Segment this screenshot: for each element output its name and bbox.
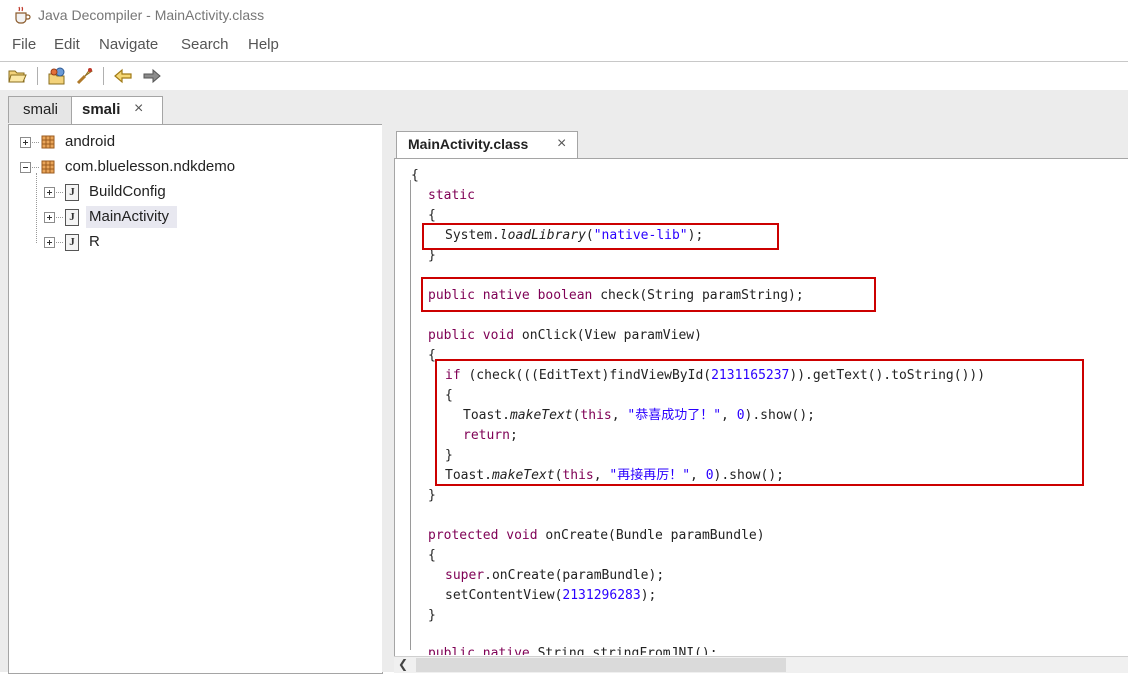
java-class-icon: J [65,184,79,201]
tree-node-mainactivity[interactable]: J MainActivity [9,206,379,228]
code-line: { [411,168,419,183]
tree-node-android[interactable]: android [9,131,379,153]
tab-smali-1[interactable]: smali [8,96,72,123]
collapse-icon[interactable] [20,162,31,173]
menu-edit[interactable]: Edit [54,36,80,53]
tab-mainactivity-class[interactable]: MainActivity.class × [396,131,578,159]
code-line: { [428,548,436,563]
expand-icon[interactable] [44,237,55,248]
code-line: super.onCreate(paramBundle); [445,568,665,583]
horizontal-scrollbar[interactable]: ❮ [394,656,1128,673]
highlight-box-loadlibrary [422,223,779,250]
package-icon [41,160,55,174]
coffee-cup-icon [15,6,31,24]
expand-icon[interactable] [44,187,55,198]
forward-icon[interactable] [142,66,162,86]
tree-node-com-bluelesson-ndkdemo[interactable]: com.bluelesson.ndkdemo [9,156,379,178]
highlight-box-native-check [421,277,876,312]
code-line: } [428,488,436,503]
window-title: Java Decompiler - MainActivity.class [38,7,265,23]
code-line: protected void onCreate(Bundle paramBund… [428,528,765,543]
tree-node-buildconfig[interactable]: J BuildConfig [9,181,379,203]
code-line: public native String stringFromJNI(); [428,646,718,655]
tab-label: smali [82,101,121,118]
tree-node-r[interactable]: J R [9,231,379,253]
java-class-icon: J [65,234,79,251]
code-line: public void onClick(View paramView) [428,328,702,343]
open-type-icon[interactable] [47,66,67,86]
code-line: static [428,188,475,203]
tree-node-label: R [89,233,100,250]
menu-navigate[interactable]: Navigate [99,36,158,53]
title-bar: Java Decompiler - MainActivity.class [0,0,1128,32]
toolbar-separator [103,67,104,85]
code-line: } [428,608,436,623]
scroll-left-icon[interactable]: ❮ [398,657,408,671]
menu-bar: File Edit Navigate Search Help [0,36,1128,58]
tab-label: MainActivity.class [408,136,529,152]
back-icon[interactable] [113,66,133,86]
tree-node-label: BuildConfig [89,183,166,200]
tree-node-label: com.bluelesson.ndkdemo [65,158,236,175]
package-tree[interactable]: android com.bluelesson.ndkdemo J BuildCo… [8,124,383,674]
open-folder-icon[interactable] [7,66,27,86]
scrollbar-thumb[interactable] [416,658,786,672]
close-icon[interactable]: × [134,100,143,118]
toolbar-separator [37,67,38,85]
menu-file[interactable]: File [12,36,36,53]
expand-icon[interactable] [20,137,31,148]
menu-search[interactable]: Search [181,36,229,53]
expand-icon[interactable] [44,212,55,223]
tree-node-label: android [65,133,116,150]
package-icon [41,135,55,149]
java-class-icon: J [65,209,79,226]
toolbar [0,62,1128,90]
close-icon[interactable]: × [557,135,566,153]
menu-help[interactable]: Help [248,36,279,53]
tree-node-label: MainActivity [89,208,170,225]
code-gutter-line [410,180,411,650]
code-line: setContentView(2131296283); [445,588,657,603]
panel-splitter[interactable] [382,124,388,672]
search-icon[interactable] [75,66,95,86]
highlight-box-check-logic [435,359,1084,486]
tab-smali-2[interactable]: smali × [71,96,163,124]
tab-label: smali [23,101,59,118]
